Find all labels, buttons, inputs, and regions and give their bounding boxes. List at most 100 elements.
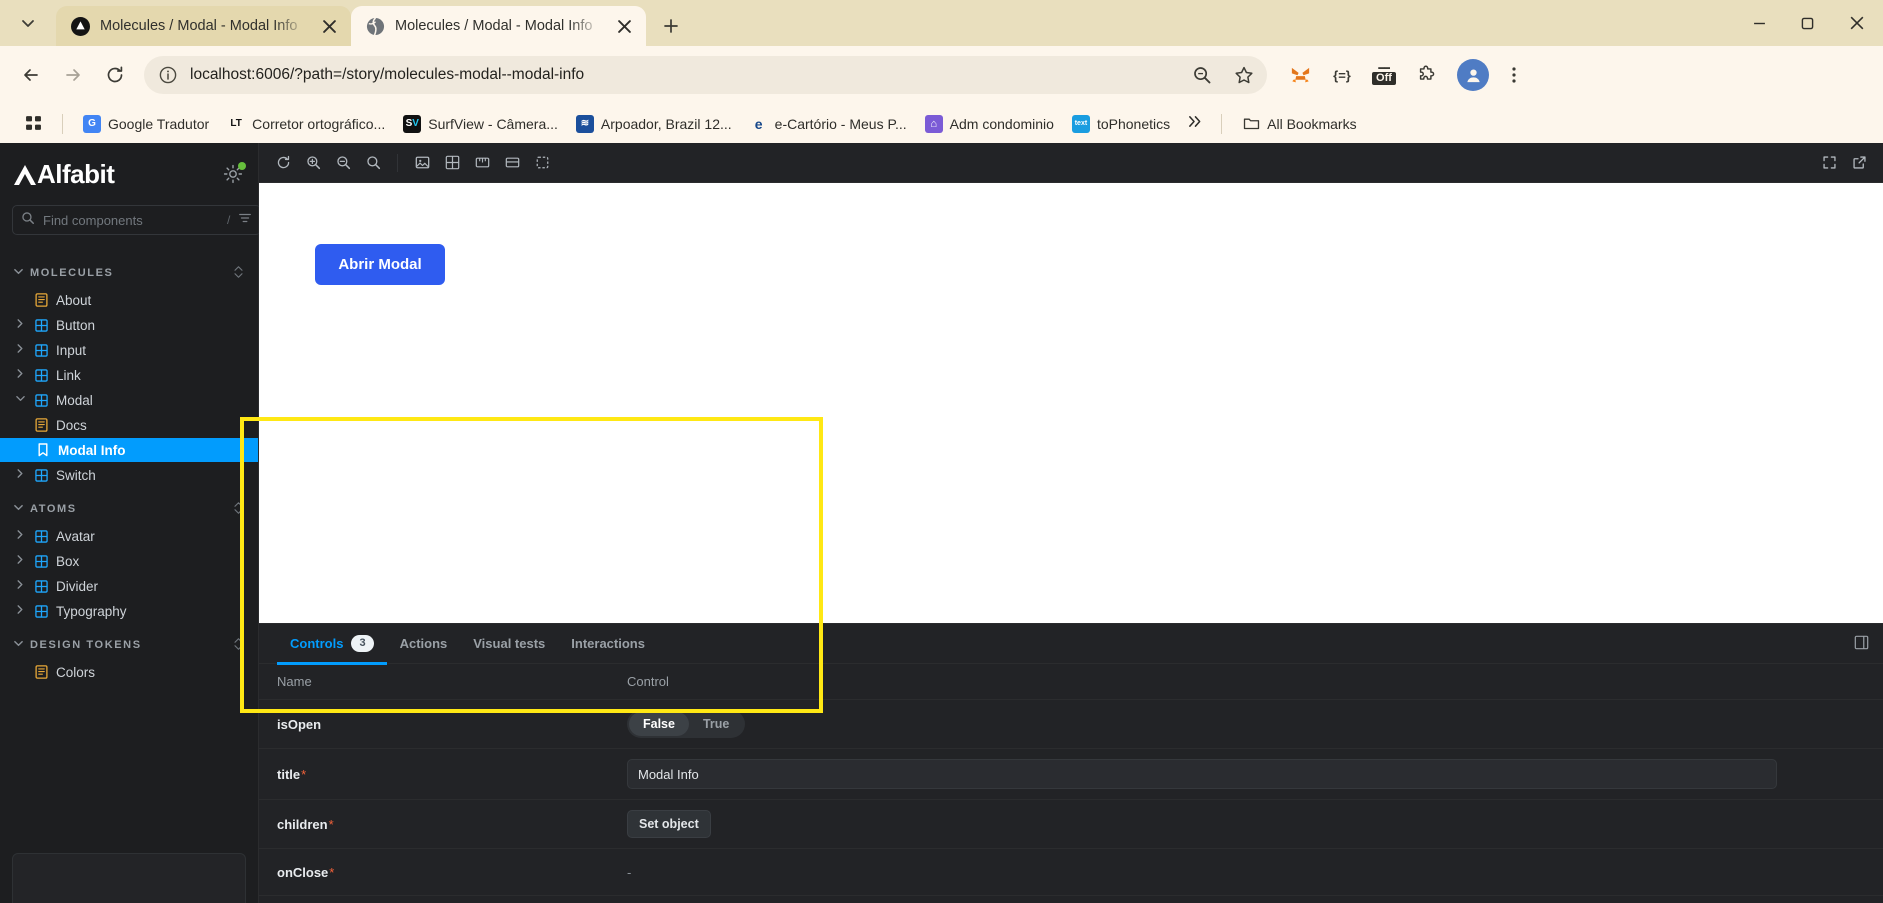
alfabit-logo[interactable]: Alfabit xyxy=(14,159,115,190)
sidebar-item-label: Input xyxy=(56,342,87,358)
bookmarks-divider xyxy=(62,113,63,134)
bookmark-label: toPhonetics xyxy=(1096,115,1171,132)
zoom-out-icon[interactable] xyxy=(329,149,357,177)
expand-all-icon[interactable] xyxy=(233,501,244,516)
gear-icon[interactable] xyxy=(222,162,246,185)
react-devtools-extension-icon[interactable]: {=} xyxy=(1325,58,1359,92)
sidebar-item-label: Colors xyxy=(56,664,96,680)
back-button[interactable] xyxy=(12,56,50,94)
sidebar-item-modal[interactable]: Modal xyxy=(12,388,246,412)
maximize-window-button[interactable] xyxy=(1783,3,1831,43)
required-asterisk: * xyxy=(301,766,307,782)
alfabit-triangle-icon xyxy=(70,16,90,36)
tab-search-button[interactable] xyxy=(0,0,56,46)
isopen-option-false[interactable]: False xyxy=(629,712,689,736)
component-grid-icon xyxy=(34,368,48,382)
chevron-down-icon xyxy=(22,20,34,27)
remount-icon[interactable] xyxy=(269,149,297,177)
sidebar-group-design-tokens[interactable]: DESIGN TOKENS xyxy=(12,629,246,660)
preview-toolbar xyxy=(259,143,1883,183)
sidebar-item-switch[interactable]: Switch xyxy=(12,463,246,487)
bookmark-arpoador[interactable]: ≋ Arpoador, Brazil 12... xyxy=(568,111,740,137)
metamask-extension-icon[interactable] xyxy=(1283,58,1317,92)
title-text-input[interactable]: Modal Info xyxy=(627,759,1777,789)
sidebar-group-title: DESIGN TOKENS xyxy=(30,638,142,651)
open-new-tab-icon[interactable] xyxy=(1845,149,1873,177)
tab-controls[interactable]: Controls 3 xyxy=(277,624,387,665)
adblock-off-extension-icon[interactable]: ▬▬ Off xyxy=(1367,58,1401,92)
close-icon[interactable] xyxy=(317,14,341,38)
component-grid-icon xyxy=(34,529,48,543)
ecartorio-icon: e xyxy=(754,115,763,132)
address-bar[interactable]: localhost:6006/?path=/story/molecules-mo… xyxy=(144,56,1267,94)
sidebar-group-molecules[interactable]: MOLECULES xyxy=(12,257,246,288)
panel-position-icon[interactable] xyxy=(1854,635,1869,655)
browser-menu-button[interactable] xyxy=(1497,58,1531,92)
search-input-wrapper[interactable]: / xyxy=(12,205,262,235)
tab-visual-tests[interactable]: Visual tests xyxy=(460,624,558,664)
sidebar-item-label: Typography xyxy=(56,603,127,619)
isopen-boolean-toggle[interactable]: False True xyxy=(627,710,746,738)
sidebar-item-typography[interactable]: Typography xyxy=(12,599,246,623)
close-window-button[interactable] xyxy=(1831,3,1883,43)
search-zoom-icon[interactable] xyxy=(1187,60,1217,90)
grid-icon[interactable] xyxy=(438,149,466,177)
sidebar-item-box[interactable]: Box xyxy=(12,549,246,573)
control-cell-title: Modal Info xyxy=(609,748,1883,800)
sidebar-item-label: Switch xyxy=(56,467,96,483)
bookmark-ecartorio[interactable]: e e-Cartório - Meus P... xyxy=(742,111,915,137)
forward-button[interactable] xyxy=(54,56,92,94)
sidebar-group-atoms[interactable]: ATOMS xyxy=(12,493,246,524)
expand-all-icon[interactable] xyxy=(233,637,244,652)
sidebar-item-divider[interactable]: Divider xyxy=(12,574,246,598)
tab-interactions[interactable]: Interactions xyxy=(558,624,658,664)
minimize-window-button[interactable] xyxy=(1735,3,1783,43)
star-icon[interactable] xyxy=(1229,60,1259,90)
profile-avatar-icon[interactable] xyxy=(1457,59,1489,91)
table-row: children* Set object xyxy=(259,799,1883,849)
browser-tab-2[interactable]: Molecules / Modal - Modal Info xyxy=(351,6,646,46)
expand-all-icon[interactable] xyxy=(233,265,244,280)
all-bookmarks-button[interactable]: All Bookmarks xyxy=(1234,111,1364,137)
bookmark-label: Adm condominio xyxy=(949,115,1054,132)
bookmark-surfview[interactable]: SV SurfView - Câmera... xyxy=(395,111,566,137)
bookmark-google-tradutor[interactable]: G Google Tradutor xyxy=(75,111,217,137)
tab-actions[interactable]: Actions xyxy=(387,624,461,664)
sidebar-item-colors[interactable]: › Colors xyxy=(12,660,246,684)
bookmark-adm-condominio[interactable]: ⌂ Adm condominio xyxy=(917,111,1062,137)
reload-button[interactable] xyxy=(96,56,134,94)
zoom-in-icon[interactable] xyxy=(299,149,327,177)
isopen-option-true[interactable]: True xyxy=(689,712,743,736)
docs-page-icon xyxy=(34,665,48,679)
sidebar-item-modal-info[interactable]: Modal Info xyxy=(0,438,258,462)
sidebar-item-about[interactable]: › About xyxy=(12,288,246,312)
fullscreen-icon[interactable] xyxy=(1815,149,1843,177)
sidebar-item-docs[interactable]: Docs xyxy=(12,413,246,437)
viewport-icon[interactable] xyxy=(528,149,556,177)
sidebar-item-avatar[interactable]: Avatar xyxy=(12,524,246,548)
zoom-reset-icon[interactable] xyxy=(359,149,387,177)
background-icon[interactable] xyxy=(408,149,436,177)
new-tab-button[interactable] xyxy=(654,9,688,43)
abrir-modal-button[interactable]: Abrir Modal xyxy=(315,244,445,285)
close-icon[interactable] xyxy=(612,14,636,38)
bookmark-label: Arpoador, Brazil 12... xyxy=(600,115,732,132)
outline-icon[interactable] xyxy=(498,149,526,177)
sidebar-item-link[interactable]: Link xyxy=(12,363,246,387)
component-grid-icon xyxy=(34,318,48,332)
extensions-puzzle-icon[interactable] xyxy=(1409,58,1443,92)
browser-tab-1[interactable]: Molecules / Modal - Modal Info xyxy=(56,6,351,46)
sidebar-item-input[interactable]: Input xyxy=(12,338,246,362)
measure-icon[interactable] xyxy=(468,149,496,177)
component-grid-icon xyxy=(34,343,48,357)
bookmark-corretor-ortografico[interactable]: LT Corretor ortográfico... xyxy=(219,111,393,137)
bookmark-tophonetics[interactable]: text toPhonetics xyxy=(1064,111,1178,137)
set-object-button[interactable]: Set object xyxy=(627,810,711,838)
search-input[interactable] xyxy=(43,212,219,228)
chevron-double-right-icon[interactable] xyxy=(1180,110,1209,137)
sidebar-item-button[interactable]: Button xyxy=(12,313,246,337)
apps-grid-icon[interactable] xyxy=(16,109,50,139)
tab-label: Controls xyxy=(290,636,344,651)
filter-icon[interactable] xyxy=(238,211,252,230)
info-circle-icon[interactable] xyxy=(158,65,178,85)
